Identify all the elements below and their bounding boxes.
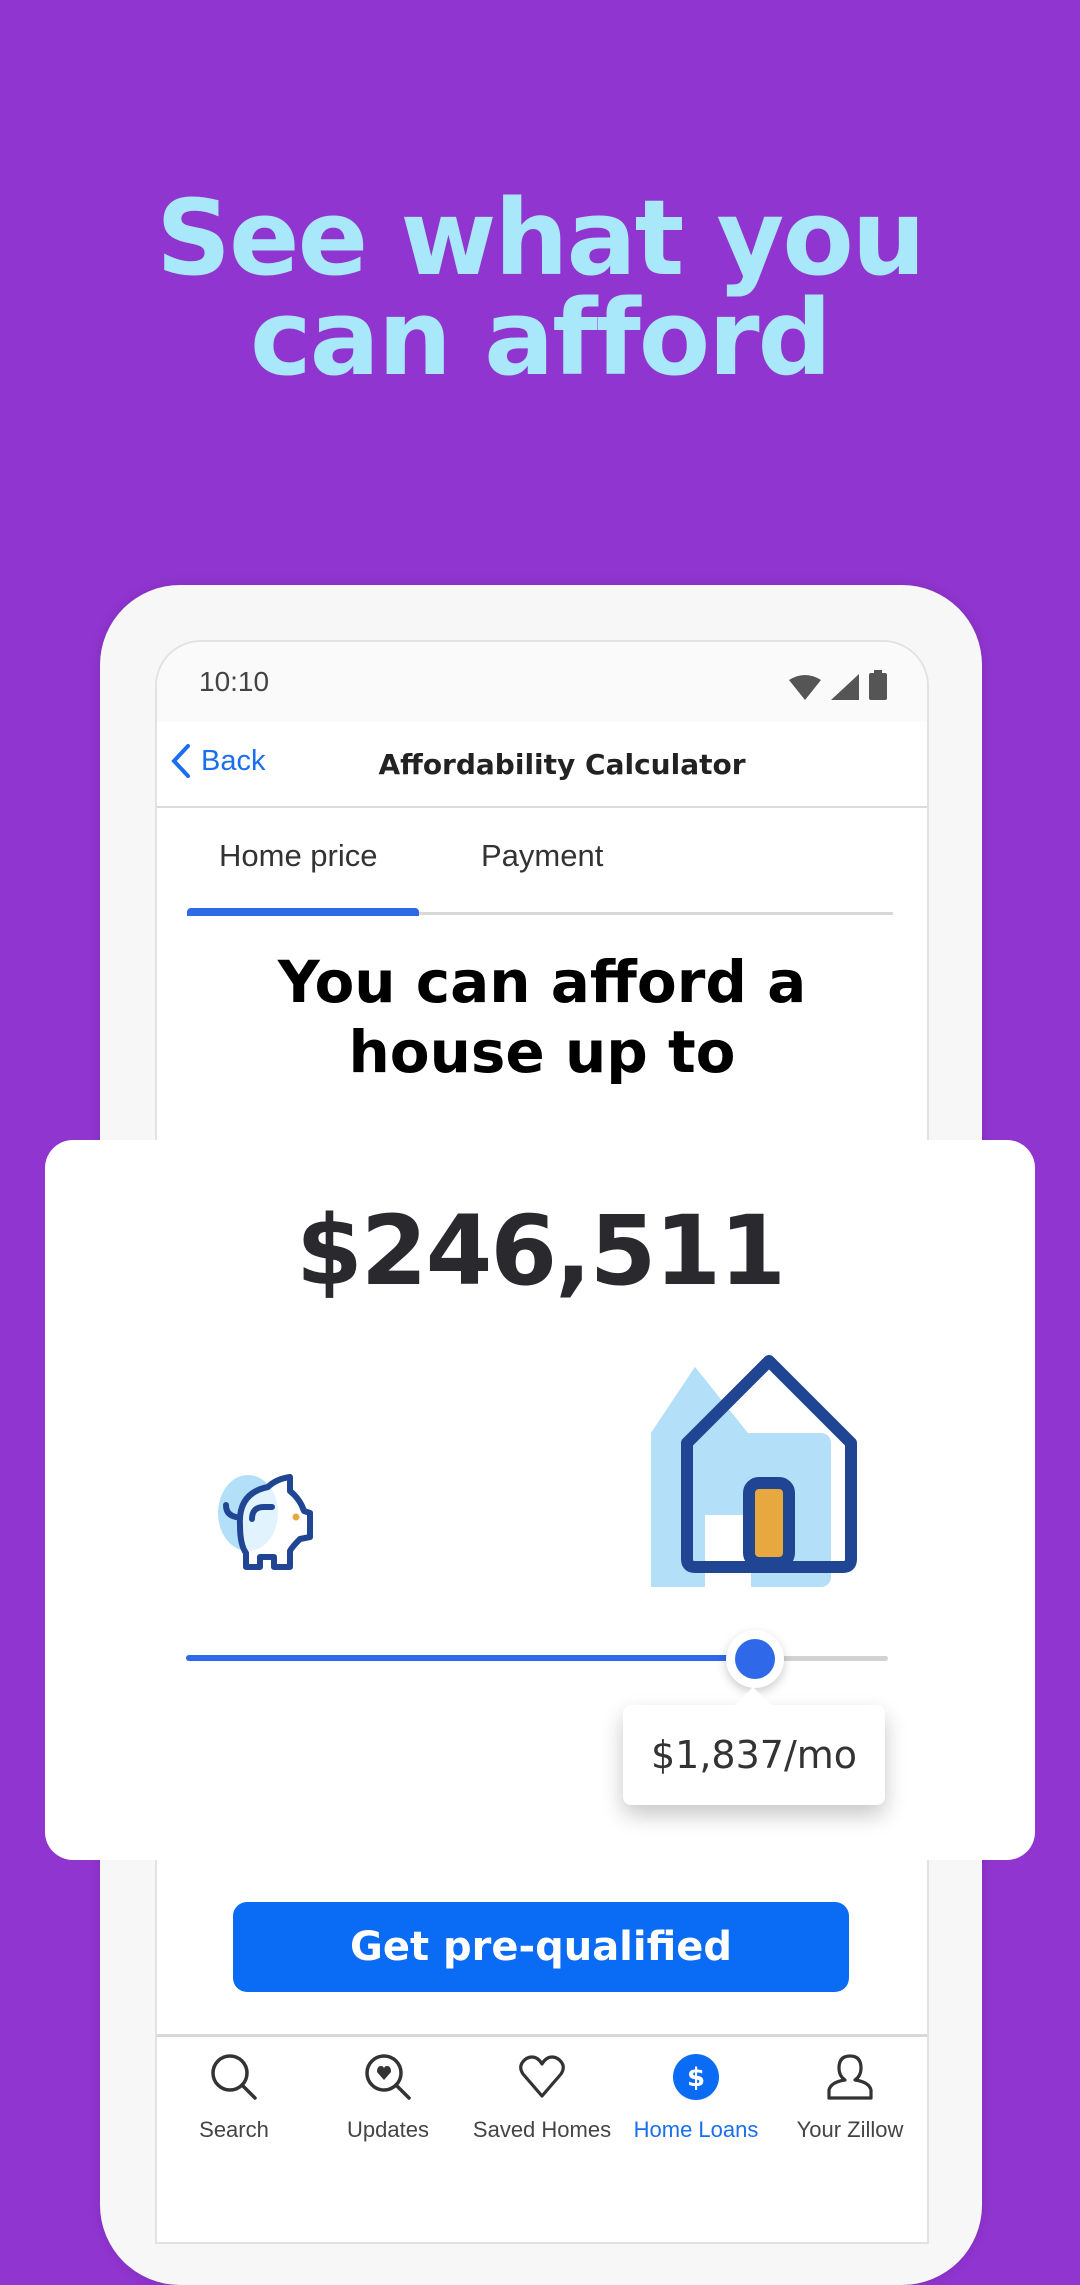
nav-item-search[interactable]: Search bbox=[157, 2037, 311, 2197]
wifi-icon bbox=[789, 675, 821, 700]
house-icon bbox=[651, 1355, 857, 1587]
search-icon bbox=[208, 2051, 260, 2103]
nav-label-saved-homes: Saved Homes bbox=[472, 2117, 612, 2142]
heart-icon bbox=[516, 2051, 568, 2103]
afford-heading-line-2: house up to bbox=[348, 1018, 736, 1086]
headline-line-2: can afford bbox=[250, 277, 832, 399]
afford-heading: You can afford a house up to bbox=[157, 947, 927, 1087]
cellular-signal-icon bbox=[831, 674, 859, 700]
affordability-result-card: $246,511 $1,837/mo bbox=[45, 1140, 1035, 1860]
tab-home-price[interactable]: Home price bbox=[219, 838, 378, 874]
page-title: Affordability Calculator bbox=[378, 748, 746, 781]
active-tab-indicator bbox=[187, 908, 419, 916]
status-time: 10:10 bbox=[199, 666, 270, 697]
nav-item-saved-homes[interactable]: Saved Homes bbox=[465, 2037, 619, 2197]
app-header: Back Affordability Calculator bbox=[157, 722, 927, 808]
promo-headline: See what you can afford bbox=[0, 177, 1080, 399]
tab-bar: Home price Payment bbox=[187, 808, 893, 916]
price-slider[interactable] bbox=[186, 1630, 888, 1690]
status-bar: 10:10 bbox=[157, 642, 927, 722]
afford-heading-line-1: You can afford a bbox=[277, 948, 807, 1016]
user-icon bbox=[824, 2051, 876, 2103]
piggy-bank-icon bbox=[218, 1474, 313, 1570]
nav-item-updates[interactable]: Updates bbox=[311, 2037, 465, 2197]
nav-label-home-loans: Home Loans bbox=[633, 2117, 759, 2142]
headline-line-1: See what you bbox=[156, 177, 926, 299]
slider-thumb[interactable] bbox=[725, 1630, 784, 1688]
slider-track-fill bbox=[186, 1655, 755, 1661]
nav-label-updates: Updates bbox=[347, 2117, 429, 2142]
nav-item-your-zillow[interactable]: Your Zillow bbox=[773, 2037, 927, 2197]
nav-label-search: Search bbox=[199, 2117, 269, 2142]
nav-label-your-zillow: Your Zillow bbox=[796, 2117, 904, 2142]
affordable-price: $246,511 bbox=[295, 1195, 786, 1307]
tab-payment[interactable]: Payment bbox=[481, 838, 603, 874]
battery-icon bbox=[869, 670, 887, 700]
monthly-payment-tooltip: $1,837/mo bbox=[623, 1687, 885, 1805]
svg-text:$: $ bbox=[687, 2063, 705, 2093]
dollar-icon: $ bbox=[670, 2051, 722, 2103]
bottom-navigation: Search Updates Saved Homes $ Home Loans … bbox=[157, 2034, 927, 2197]
updates-icon bbox=[362, 2051, 414, 2103]
nav-item-home-loans[interactable]: $ Home Loans bbox=[619, 2037, 773, 2197]
status-icons bbox=[789, 670, 887, 700]
get-pre-qualified-button[interactable]: Get pre-qualified bbox=[233, 1902, 849, 1992]
